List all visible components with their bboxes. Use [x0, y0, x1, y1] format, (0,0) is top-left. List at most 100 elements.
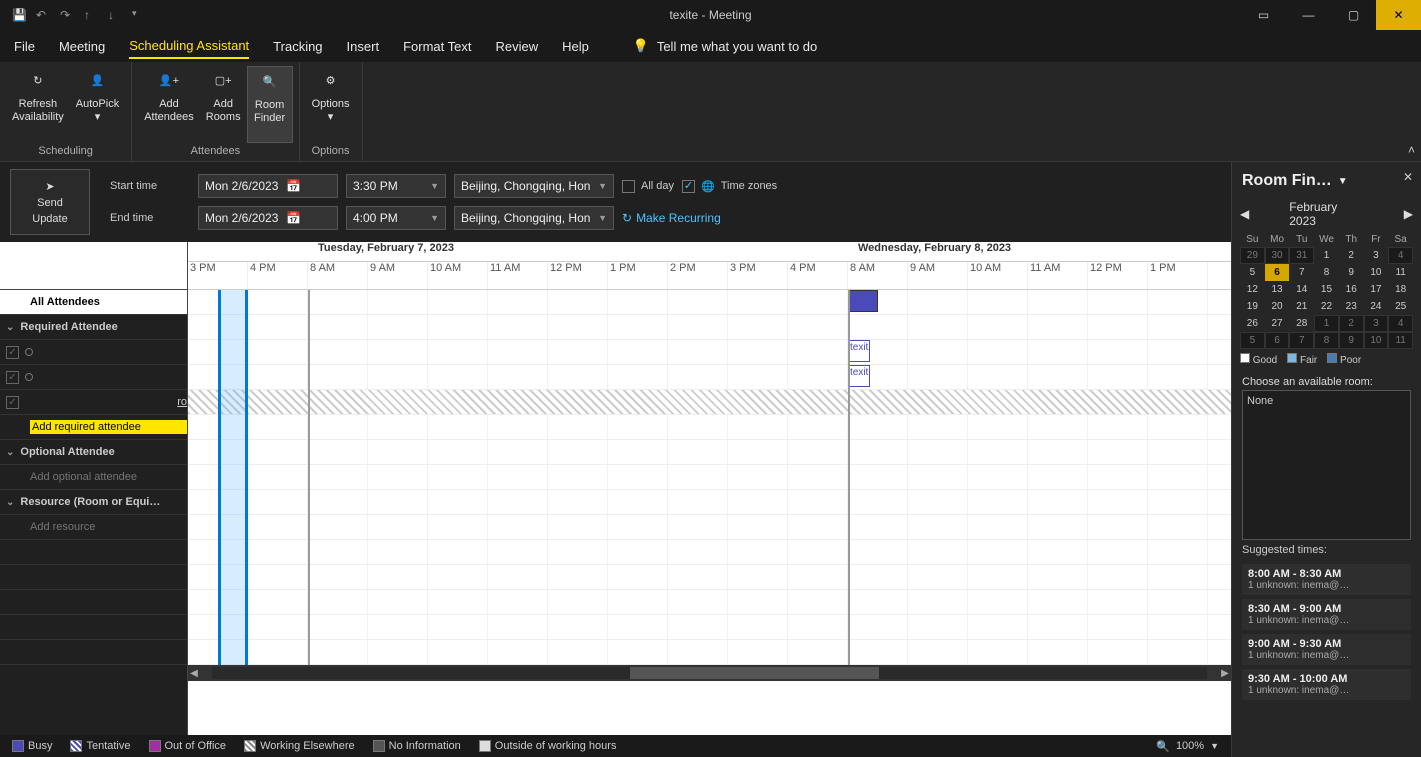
tab-file[interactable]: File — [14, 35, 35, 58]
optional-attendee-header[interactable]: ⌄Optional Attendee — [0, 440, 187, 465]
calendar-day[interactable]: 18 — [1388, 281, 1413, 298]
tab-scheduling-assistant[interactable]: Scheduling Assistant — [129, 34, 249, 59]
calendar-grid[interactable]: SuMoTuWeThFrSa29303112345678910111213141… — [1240, 232, 1413, 349]
calendar-day[interactable]: 26 — [1240, 315, 1265, 332]
calendar-day[interactable]: 5 — [1240, 332, 1265, 349]
tab-review[interactable]: Review — [495, 35, 538, 58]
calendar-day[interactable]: 16 — [1339, 281, 1364, 298]
minimize-button[interactable]: — — [1286, 0, 1331, 30]
calendar-day[interactable]: 11 — [1388, 264, 1413, 281]
calendar-day[interactable]: 14 — [1289, 281, 1314, 298]
calendar-day[interactable]: 9 — [1339, 264, 1364, 281]
zoom-control[interactable]: 🔍 100% ▼ — [1156, 740, 1219, 753]
selected-time-band[interactable] — [218, 290, 248, 665]
add-attendees-button[interactable]: 👤+AddAttendees — [138, 66, 200, 143]
next-month-icon[interactable]: ▶ — [1404, 207, 1413, 221]
add-rooms-button[interactable]: ▢+AddRooms — [200, 66, 247, 143]
calendar-day[interactable]: 1 — [1314, 247, 1339, 264]
calendar-day[interactable]: 22 — [1314, 298, 1339, 315]
calendar-day[interactable]: 30 — [1265, 247, 1290, 264]
attendee-row[interactable]: ro — [0, 390, 187, 415]
calendar-day[interactable]: 4 — [1388, 247, 1413, 264]
calendar-day[interactable]: 8 — [1314, 332, 1339, 349]
prev-month-icon[interactable]: ◀ — [1240, 207, 1249, 221]
redo-icon[interactable]: ↷ — [60, 8, 74, 22]
calendar-day[interactable]: 27 — [1265, 315, 1290, 332]
calendar-day[interactable]: 28 — [1289, 315, 1314, 332]
calendar-day[interactable]: 13 — [1265, 281, 1290, 298]
attendee-row[interactable] — [0, 365, 187, 390]
down-icon[interactable]: ↓ — [108, 8, 122, 22]
calendar-day[interactable]: 7 — [1289, 332, 1314, 349]
calendar-day[interactable]: 2 — [1339, 315, 1364, 332]
busy-event[interactable]: texit — [848, 340, 870, 362]
save-icon[interactable]: 💾 — [12, 8, 26, 22]
calendar-day[interactable]: 6 — [1265, 332, 1290, 349]
calendar-day[interactable]: 21 — [1289, 298, 1314, 315]
undo-icon[interactable]: ↶ — [36, 8, 50, 22]
start-tz-field[interactable]: Beijing, Chongqing, Hon▼ — [454, 174, 614, 198]
calendar-day[interactable]: 7 — [1289, 264, 1314, 281]
calendar-day[interactable]: 25 — [1388, 298, 1413, 315]
calendar-day[interactable]: 12 — [1240, 281, 1265, 298]
qat-dropdown-icon[interactable]: ▾ — [132, 8, 146, 22]
end-date-field[interactable]: Mon 2/6/2023📅 — [198, 206, 338, 230]
calendar-day[interactable]: 10 — [1364, 332, 1389, 349]
calendar-day[interactable]: 1 — [1314, 315, 1339, 332]
horizontal-scrollbar[interactable]: ◀ ▶ — [188, 665, 1231, 681]
suggested-time-slot[interactable]: 9:00 AM - 9:30 AM1 unknown: inema@… — [1242, 634, 1411, 665]
options-button[interactable]: ⚙Options ▾ — [306, 66, 356, 143]
calendar-day[interactable]: 3 — [1364, 315, 1389, 332]
room-finder-button[interactable]: 🔍RoomFinder — [247, 66, 293, 143]
time-zones-checkbox[interactable]: 🌐Time zones — [682, 180, 777, 193]
add-resource-input[interactable] — [0, 515, 187, 540]
calendar-day[interactable]: 5 — [1240, 264, 1265, 281]
attendee-row[interactable] — [0, 340, 187, 365]
calendar-day[interactable]: 10 — [1364, 264, 1389, 281]
refresh-button[interactable]: ↻RefreshAvailability — [6, 66, 70, 143]
calendar-day[interactable]: 29 — [1240, 247, 1265, 264]
add-required-attendee-input[interactable] — [0, 415, 187, 440]
close-button[interactable]: ✕ — [1376, 0, 1421, 30]
calendar-day[interactable]: 11 — [1388, 332, 1413, 349]
suggested-time-slot[interactable]: 8:30 AM - 9:00 AM1 unknown: inema@… — [1242, 599, 1411, 630]
close-pane-icon[interactable]: ✕ — [1403, 170, 1413, 184]
start-time-field[interactable]: 3:30 PM▼ — [346, 174, 446, 198]
calendar-day[interactable]: 20 — [1265, 298, 1290, 315]
tab-insert[interactable]: Insert — [347, 35, 380, 58]
maximize-button[interactable]: ▢ — [1331, 0, 1376, 30]
make-recurring-link[interactable]: ↻Make Recurring — [622, 211, 721, 225]
send-update-button[interactable]: ➤ Send Update — [10, 169, 90, 235]
suggested-time-slot[interactable]: 8:00 AM - 8:30 AM1 unknown: inema@… — [1242, 564, 1411, 595]
start-date-field[interactable]: Mon 2/6/2023📅 — [198, 174, 338, 198]
calendar-day[interactable]: 6 — [1265, 264, 1290, 281]
calendar-day[interactable]: 19 — [1240, 298, 1265, 315]
calendar-day[interactable]: 17 — [1364, 281, 1389, 298]
calendar-icon[interactable]: 📅 — [286, 179, 301, 193]
tab-meeting[interactable]: Meeting — [59, 35, 105, 58]
all-day-checkbox[interactable]: All day — [622, 180, 674, 193]
tell-me-search[interactable]: 💡Tell me what you want to do — [633, 38, 817, 54]
calendar-day[interactable]: 24 — [1364, 298, 1389, 315]
available-room-list[interactable]: None — [1242, 390, 1411, 540]
calendar-day[interactable]: 15 — [1314, 281, 1339, 298]
collapse-ribbon-icon[interactable]: ˄ — [1408, 143, 1415, 157]
calendar-day[interactable]: 3 — [1364, 247, 1389, 264]
calendar-icon[interactable]: 📅 — [286, 211, 301, 225]
calendar-day[interactable]: 23 — [1339, 298, 1364, 315]
tab-help[interactable]: Help — [562, 35, 589, 58]
tab-format-text[interactable]: Format Text — [403, 35, 471, 58]
calendar-day[interactable]: 31 — [1289, 247, 1314, 264]
calendar-day[interactable]: 4 — [1388, 315, 1413, 332]
end-time-field[interactable]: 4:00 PM▼ — [346, 206, 446, 230]
chevron-down-icon[interactable]: ▼ — [1338, 176, 1348, 187]
up-icon[interactable]: ↑ — [84, 8, 98, 22]
busy-event[interactable]: texit — [848, 365, 870, 387]
availability-grid[interactable]: Tuesday, February 7, 2023 Wednesday, Feb… — [188, 242, 1231, 735]
calendar-day[interactable]: 9 — [1339, 332, 1364, 349]
calendar-day[interactable]: 8 — [1314, 264, 1339, 281]
ribbon-display-icon[interactable]: ▭ — [1241, 0, 1286, 30]
tab-tracking[interactable]: Tracking — [273, 35, 322, 58]
end-tz-field[interactable]: Beijing, Chongqing, Hon▼ — [454, 206, 614, 230]
calendar-day[interactable]: 2 — [1339, 247, 1364, 264]
